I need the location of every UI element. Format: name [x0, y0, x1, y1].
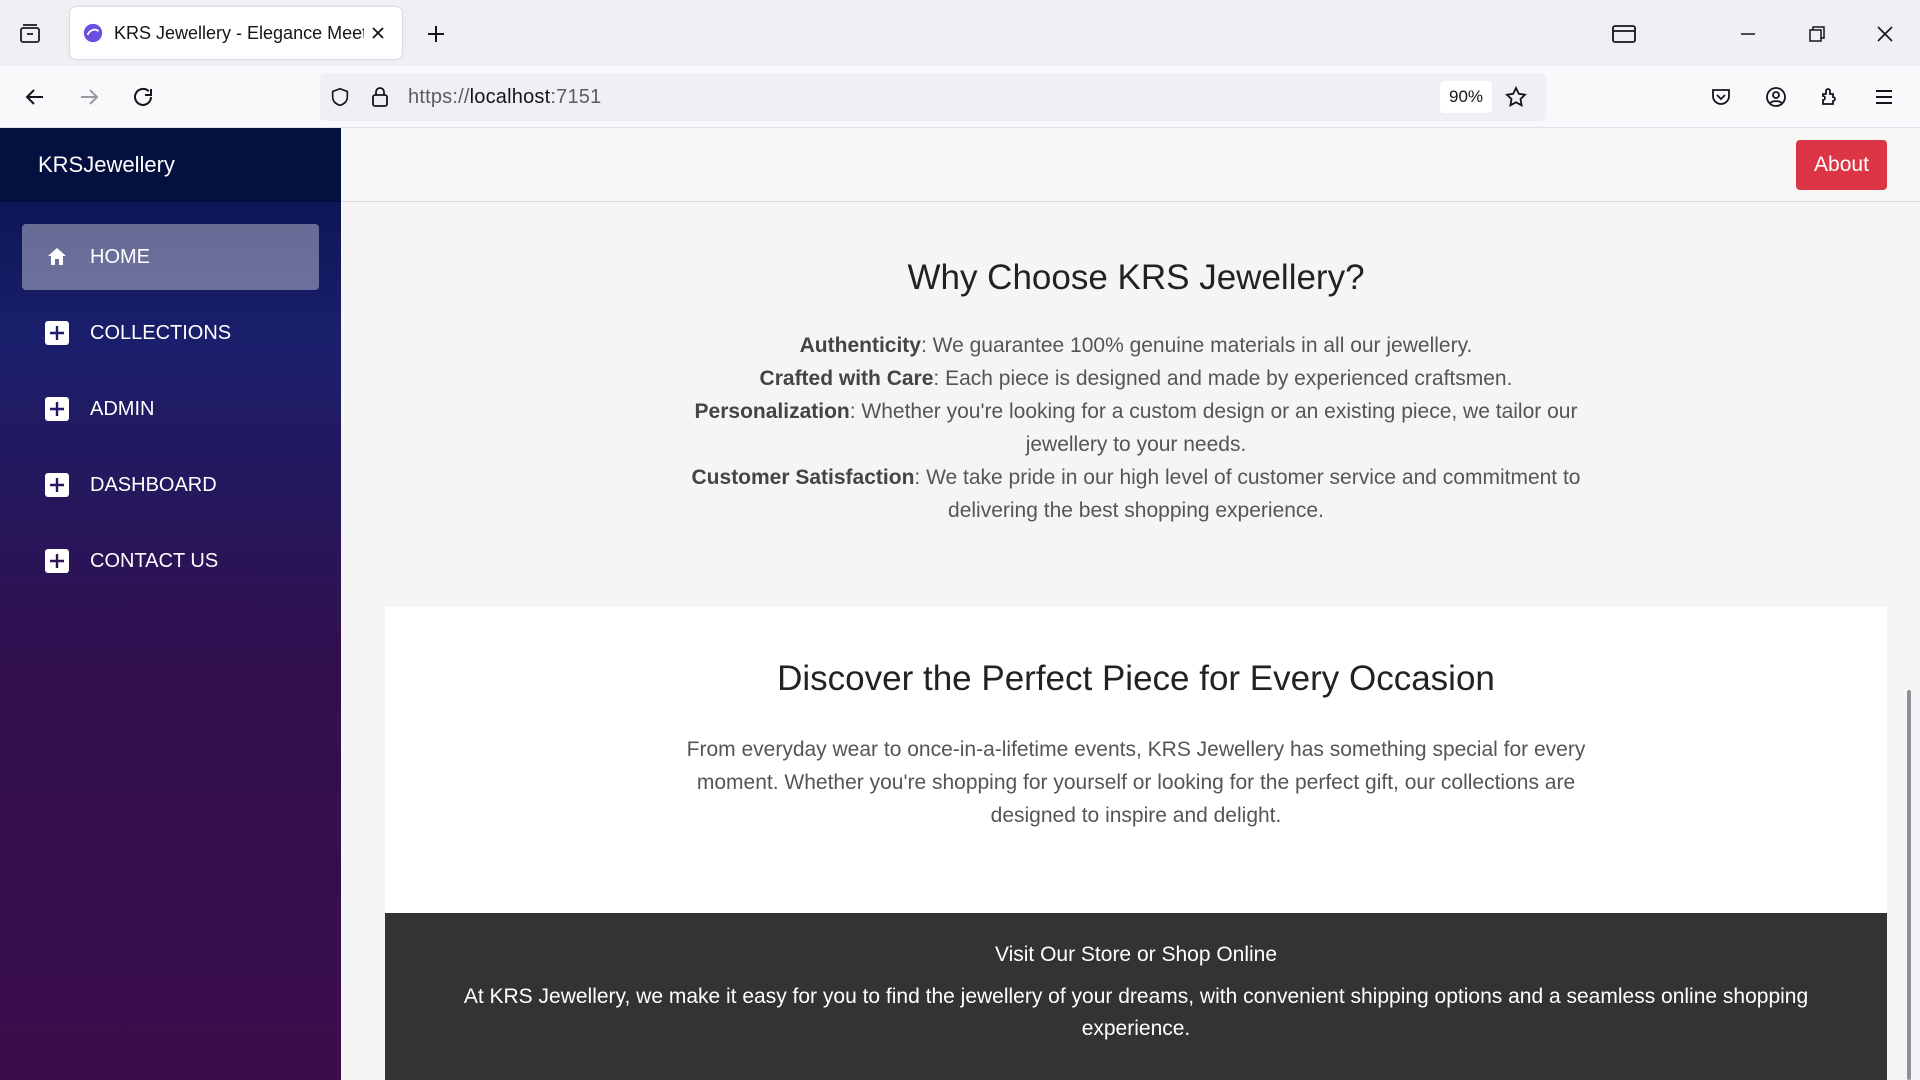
sidebar-item-label: CONTACT US: [90, 549, 219, 572]
why-point: Authenticity: We guarantee 100% genuine …: [799, 334, 1473, 357]
new-tab-icon[interactable]: [420, 18, 452, 50]
url-bar[interactable]: https://localhost:7151 90%: [320, 73, 1546, 121]
site-favicon-icon: [83, 23, 103, 43]
sidebar-item-label: HOME: [90, 245, 150, 268]
top-bar: About: [341, 128, 1920, 202]
sidebar-item-dashboard[interactable]: DASHBOARD: [22, 452, 319, 518]
reload-icon[interactable]: [122, 76, 164, 118]
url-text[interactable]: https://localhost:7151: [408, 86, 601, 109]
plus-square-icon: [44, 320, 70, 346]
bookmark-star-icon[interactable]: [1496, 77, 1536, 117]
store-title: Visit Our Store or Shop Online: [994, 943, 1278, 966]
sidebar-item-label: ADMIN: [90, 397, 155, 420]
web-page: KRSJewellery HOME COLLECTIONS ADMIN DASH…: [0, 128, 1920, 1080]
browser-nav-bar: https://localhost:7151 90%: [0, 66, 1920, 128]
page-scrollbar[interactable]: [1907, 690, 1911, 1080]
extensions-icon[interactable]: [1809, 76, 1851, 118]
sidebar-menu: HOME COLLECTIONS ADMIN DASHBOARD CONTACT…: [0, 202, 341, 594]
tab-close-icon[interactable]: [366, 21, 390, 45]
sidebar-item-label: COLLECTIONS: [90, 321, 232, 344]
plus-square-icon: [44, 472, 70, 498]
restore-icon[interactable]: [1797, 14, 1837, 54]
discover-text: From everyday wear to once-in-a-lifetime…: [686, 738, 1586, 827]
why-point: Customer Satisfaction: We take pride in …: [691, 466, 1581, 522]
plus-square-icon: [44, 548, 70, 574]
section-title: Why Choose KRS Jewellery?: [907, 258, 1365, 297]
minimize-icon[interactable]: [1728, 14, 1768, 54]
sidebar-item-home[interactable]: HOME: [22, 224, 319, 290]
sidebar-item-label: DASHBOARD: [90, 473, 217, 496]
tab-manager-icon[interactable]: [1604, 14, 1644, 54]
about-button[interactable]: About: [1796, 140, 1887, 190]
tab-title: KRS Jewellery - Elegance Meets: [114, 22, 364, 43]
back-icon[interactable]: [14, 76, 56, 118]
discover-section: Discover the Perfect Piece for Every Occ…: [385, 607, 1887, 913]
plus-square-icon: [44, 396, 70, 422]
app-menu-icon[interactable]: [1863, 76, 1905, 118]
tracking-protection-shield-icon[interactable]: [320, 77, 360, 117]
why-point: Crafted with Care: Each piece is designe…: [759, 367, 1513, 390]
section-title: Discover the Perfect Piece for Every Occ…: [777, 659, 1495, 698]
store-text: At KRS Jewellery, we make it easy for yo…: [463, 985, 1809, 1040]
forward-icon[interactable]: [68, 76, 110, 118]
browser-tab-bar: KRS Jewellery - Elegance Meets: [0, 0, 1920, 66]
why-choose-section: Why Choose KRS Jewellery? Authenticity: …: [385, 202, 1887, 607]
zoom-level-badge[interactable]: 90%: [1440, 81, 1493, 113]
sidebar-item-contact-us[interactable]: CONTACT US: [22, 528, 319, 594]
sidebar-brand-row: KRSJewellery: [0, 128, 341, 202]
home-icon: [44, 244, 70, 270]
main-content: Why Choose KRS Jewellery? Authenticity: …: [385, 202, 1887, 1080]
sidebar: KRSJewellery HOME COLLECTIONS ADMIN DASH…: [0, 128, 341, 1080]
why-choose-list: Authenticity: We guarantee 100% genuine …: [655, 329, 1617, 527]
why-point: Personalization: Whether you're looking …: [694, 400, 1578, 456]
close-window-icon[interactable]: [1865, 14, 1905, 54]
browser-tab-active[interactable]: KRS Jewellery - Elegance Meets: [70, 7, 402, 59]
sidebar-item-collections[interactable]: COLLECTIONS: [22, 300, 319, 366]
visit-store-section: Visit Our Store or Shop Online At KRS Je…: [385, 913, 1887, 1080]
tab-list-icon[interactable]: [14, 18, 46, 50]
brand-logo-text[interactable]: KRSJewellery: [38, 152, 175, 178]
sidebar-item-admin[interactable]: ADMIN: [22, 376, 319, 442]
account-icon[interactable]: [1755, 76, 1797, 118]
pocket-icon[interactable]: [1700, 76, 1742, 118]
lock-icon[interactable]: [360, 77, 400, 117]
